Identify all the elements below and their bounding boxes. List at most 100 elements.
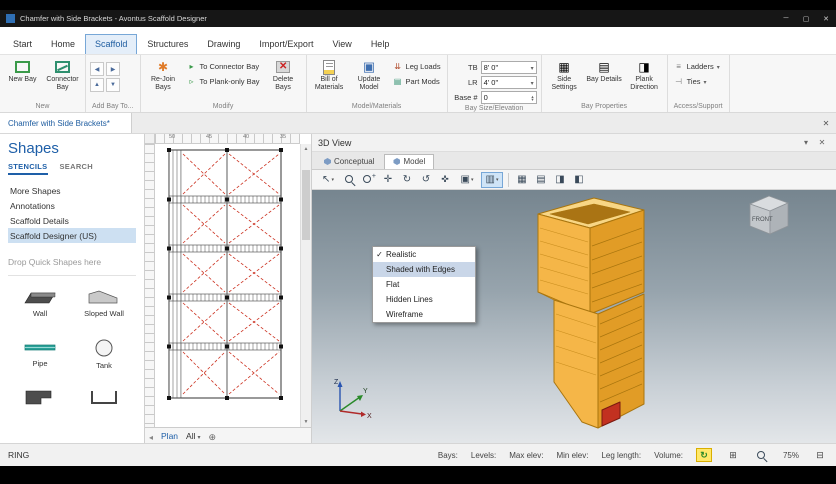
sheet-nav-icon[interactable] [149, 427, 153, 444]
maximize-icon[interactable] [796, 10, 816, 27]
tab-scaffold[interactable]: Scaffold [85, 34, 138, 54]
status-bar: RING Bays: Levels: Max elev: Min elev: L… [0, 443, 836, 466]
tab-conceptual[interactable]: Conceptual [316, 155, 382, 169]
menu-item-flat[interactable]: Flat [373, 277, 475, 292]
ladders-button[interactable]: Ladders [672, 60, 722, 73]
chevron-down-icon [703, 77, 706, 86]
free-orbit-tool-icon[interactable] [418, 172, 434, 188]
status-mode: RING [8, 450, 30, 460]
close-icon[interactable] [816, 10, 836, 27]
document-tab[interactable]: Chamfer with Side Brackets* [0, 113, 132, 133]
stencil-pipe[interactable]: Pipe [8, 332, 72, 382]
update-model-button[interactable]: Update Model [351, 57, 388, 92]
add-bay-back-button[interactable] [106, 78, 120, 92]
stepper-arrows-icon[interactable] [531, 95, 533, 101]
pan-tool-icon[interactable] [380, 172, 396, 188]
zoom-slider-icon[interactable] [812, 448, 828, 462]
three-d-viewport[interactable]: FRONT Z Y X ✓ Realistic Shaded with Edge… [312, 190, 836, 443]
sloped-wall-stencil-icon [88, 290, 118, 304]
menu-item-hidden-lines[interactable]: Hidden Lines [373, 292, 475, 307]
zoom-window-tool-icon[interactable] [361, 172, 377, 188]
add-bay-left-button[interactable] [90, 62, 104, 76]
tab-help[interactable]: Help [362, 35, 399, 54]
tab-stencils[interactable]: STENCILS [8, 162, 48, 175]
stencil-item-scaffold-designer-us[interactable]: Scaffold Designer (US) [8, 228, 136, 243]
plan-filter-select[interactable]: All [186, 431, 200, 441]
plan-drawing[interactable] [155, 144, 300, 427]
stencil-shape[interactable] [72, 382, 136, 432]
rejoin-bays-icon [154, 59, 172, 75]
leg-loads-button[interactable]: Leg Loads [391, 60, 443, 73]
scrollbar-thumb[interactable] [302, 170, 310, 240]
refresh-icon[interactable] [695, 448, 712, 462]
scroll-up-icon[interactable] [301, 144, 311, 154]
stencil-item-scaffold-details[interactable]: Scaffold Details [8, 213, 136, 228]
document-tab-bar: Chamfer with Side Brackets* [0, 113, 836, 134]
render-tool-icon[interactable] [552, 172, 568, 188]
pin-icon[interactable] [798, 138, 814, 147]
corner-wall-stencil-icon [25, 390, 52, 405]
stencil-sloped-wall[interactable]: Sloped Wall [72, 282, 136, 332]
tab-search[interactable]: SEARCH [60, 162, 93, 175]
camera-tool-icon[interactable] [571, 172, 587, 188]
stencil-item-more-shapes[interactable]: More Shapes [8, 183, 136, 198]
model-layers-icon[interactable] [514, 172, 530, 188]
stencil-tank[interactable]: Tank [72, 332, 136, 382]
to-plank-only-bay-button[interactable]: To Plank-only Bay [185, 75, 262, 88]
close-3d-view-icon[interactable] [814, 138, 830, 147]
section-tool-icon[interactable] [533, 172, 549, 188]
base-number-stepper[interactable]: 0 [480, 91, 537, 104]
plan-sheet-tab[interactable]: Plan [161, 431, 178, 441]
stencil-item-annotations[interactable]: Annotations [8, 198, 136, 213]
tab-drawing[interactable]: Drawing [198, 35, 249, 54]
bay-details-button[interactable]: Bay Details [586, 57, 623, 84]
three-d-view-title: 3D View [318, 137, 352, 148]
tab-start[interactable]: Start [4, 35, 41, 54]
stencil-wall[interactable]: Wall [8, 282, 72, 332]
document-close-icon[interactable] [816, 113, 836, 133]
tab-structures[interactable]: Structures [138, 35, 197, 54]
move-tool-icon[interactable] [437, 172, 453, 188]
view-cube-front-label[interactable]: FRONT [752, 217, 773, 223]
zoom-icon[interactable] [754, 448, 770, 462]
group-label-model-materials: Model/Materials [351, 103, 402, 110]
bill-of-materials-button[interactable]: Bill of Materials [311, 57, 348, 92]
view-direction-icon[interactable] [456, 172, 478, 188]
orbit-tool-icon[interactable] [399, 172, 415, 188]
add-sheet-icon[interactable] [209, 427, 217, 444]
new-bay-button[interactable]: New Bay [4, 57, 41, 84]
menu-item-wireframe[interactable]: Wireframe [373, 307, 475, 322]
tab-model[interactable]: Model [384, 154, 435, 169]
visual-style-icon[interactable] [481, 171, 503, 188]
stencil-shape[interactable] [8, 382, 72, 432]
tb-size-select[interactable]: 8' 0" [480, 61, 537, 74]
zoom-tool-icon[interactable] [342, 172, 358, 188]
to-connector-bay-button[interactable]: To Connector Bay [185, 60, 262, 73]
part-mods-button[interactable]: Part Mods [391, 75, 443, 88]
menu-item-realistic[interactable]: Realistic [373, 247, 475, 262]
tab-view[interactable]: View [323, 35, 360, 54]
delete-bays-button[interactable]: Delete Bays [265, 57, 302, 92]
tab-import-export[interactable]: Import/Export [250, 35, 322, 54]
status-bays: Bays: [437, 450, 458, 460]
side-settings-button[interactable]: Side Settings [546, 57, 583, 92]
ribbon-tab-bar: Start Home Scaffold Structures Drawing I… [0, 27, 836, 55]
lr-size-select[interactable]: 4' 0" [480, 76, 537, 89]
select-tool-icon[interactable] [317, 172, 339, 188]
add-bay-front-button[interactable] [90, 78, 104, 92]
rejoin-bays-button[interactable]: Re-Join Bays [145, 57, 182, 92]
view-cube[interactable]: FRONT [742, 192, 794, 238]
plank-direction-button[interactable]: Plank Direction [626, 57, 663, 92]
plank-direction-icon [635, 59, 653, 75]
scroll-down-icon[interactable] [301, 417, 311, 427]
tab-home[interactable]: Home [42, 35, 84, 54]
connector-bay-button[interactable]: Connector Bay [44, 57, 81, 92]
fit-view-icon[interactable] [725, 448, 741, 462]
ties-button[interactable]: Ties [672, 75, 722, 88]
scaffold-3d-model[interactable] [502, 196, 652, 438]
menu-item-shaded-with-edges[interactable]: Shaded with Edges [373, 262, 475, 277]
plan-vertical-scrollbar[interactable] [300, 144, 311, 427]
add-bay-right-button[interactable] [106, 62, 120, 76]
minimize-icon[interactable] [776, 10, 796, 27]
zoom-level: 75% [782, 450, 799, 460]
